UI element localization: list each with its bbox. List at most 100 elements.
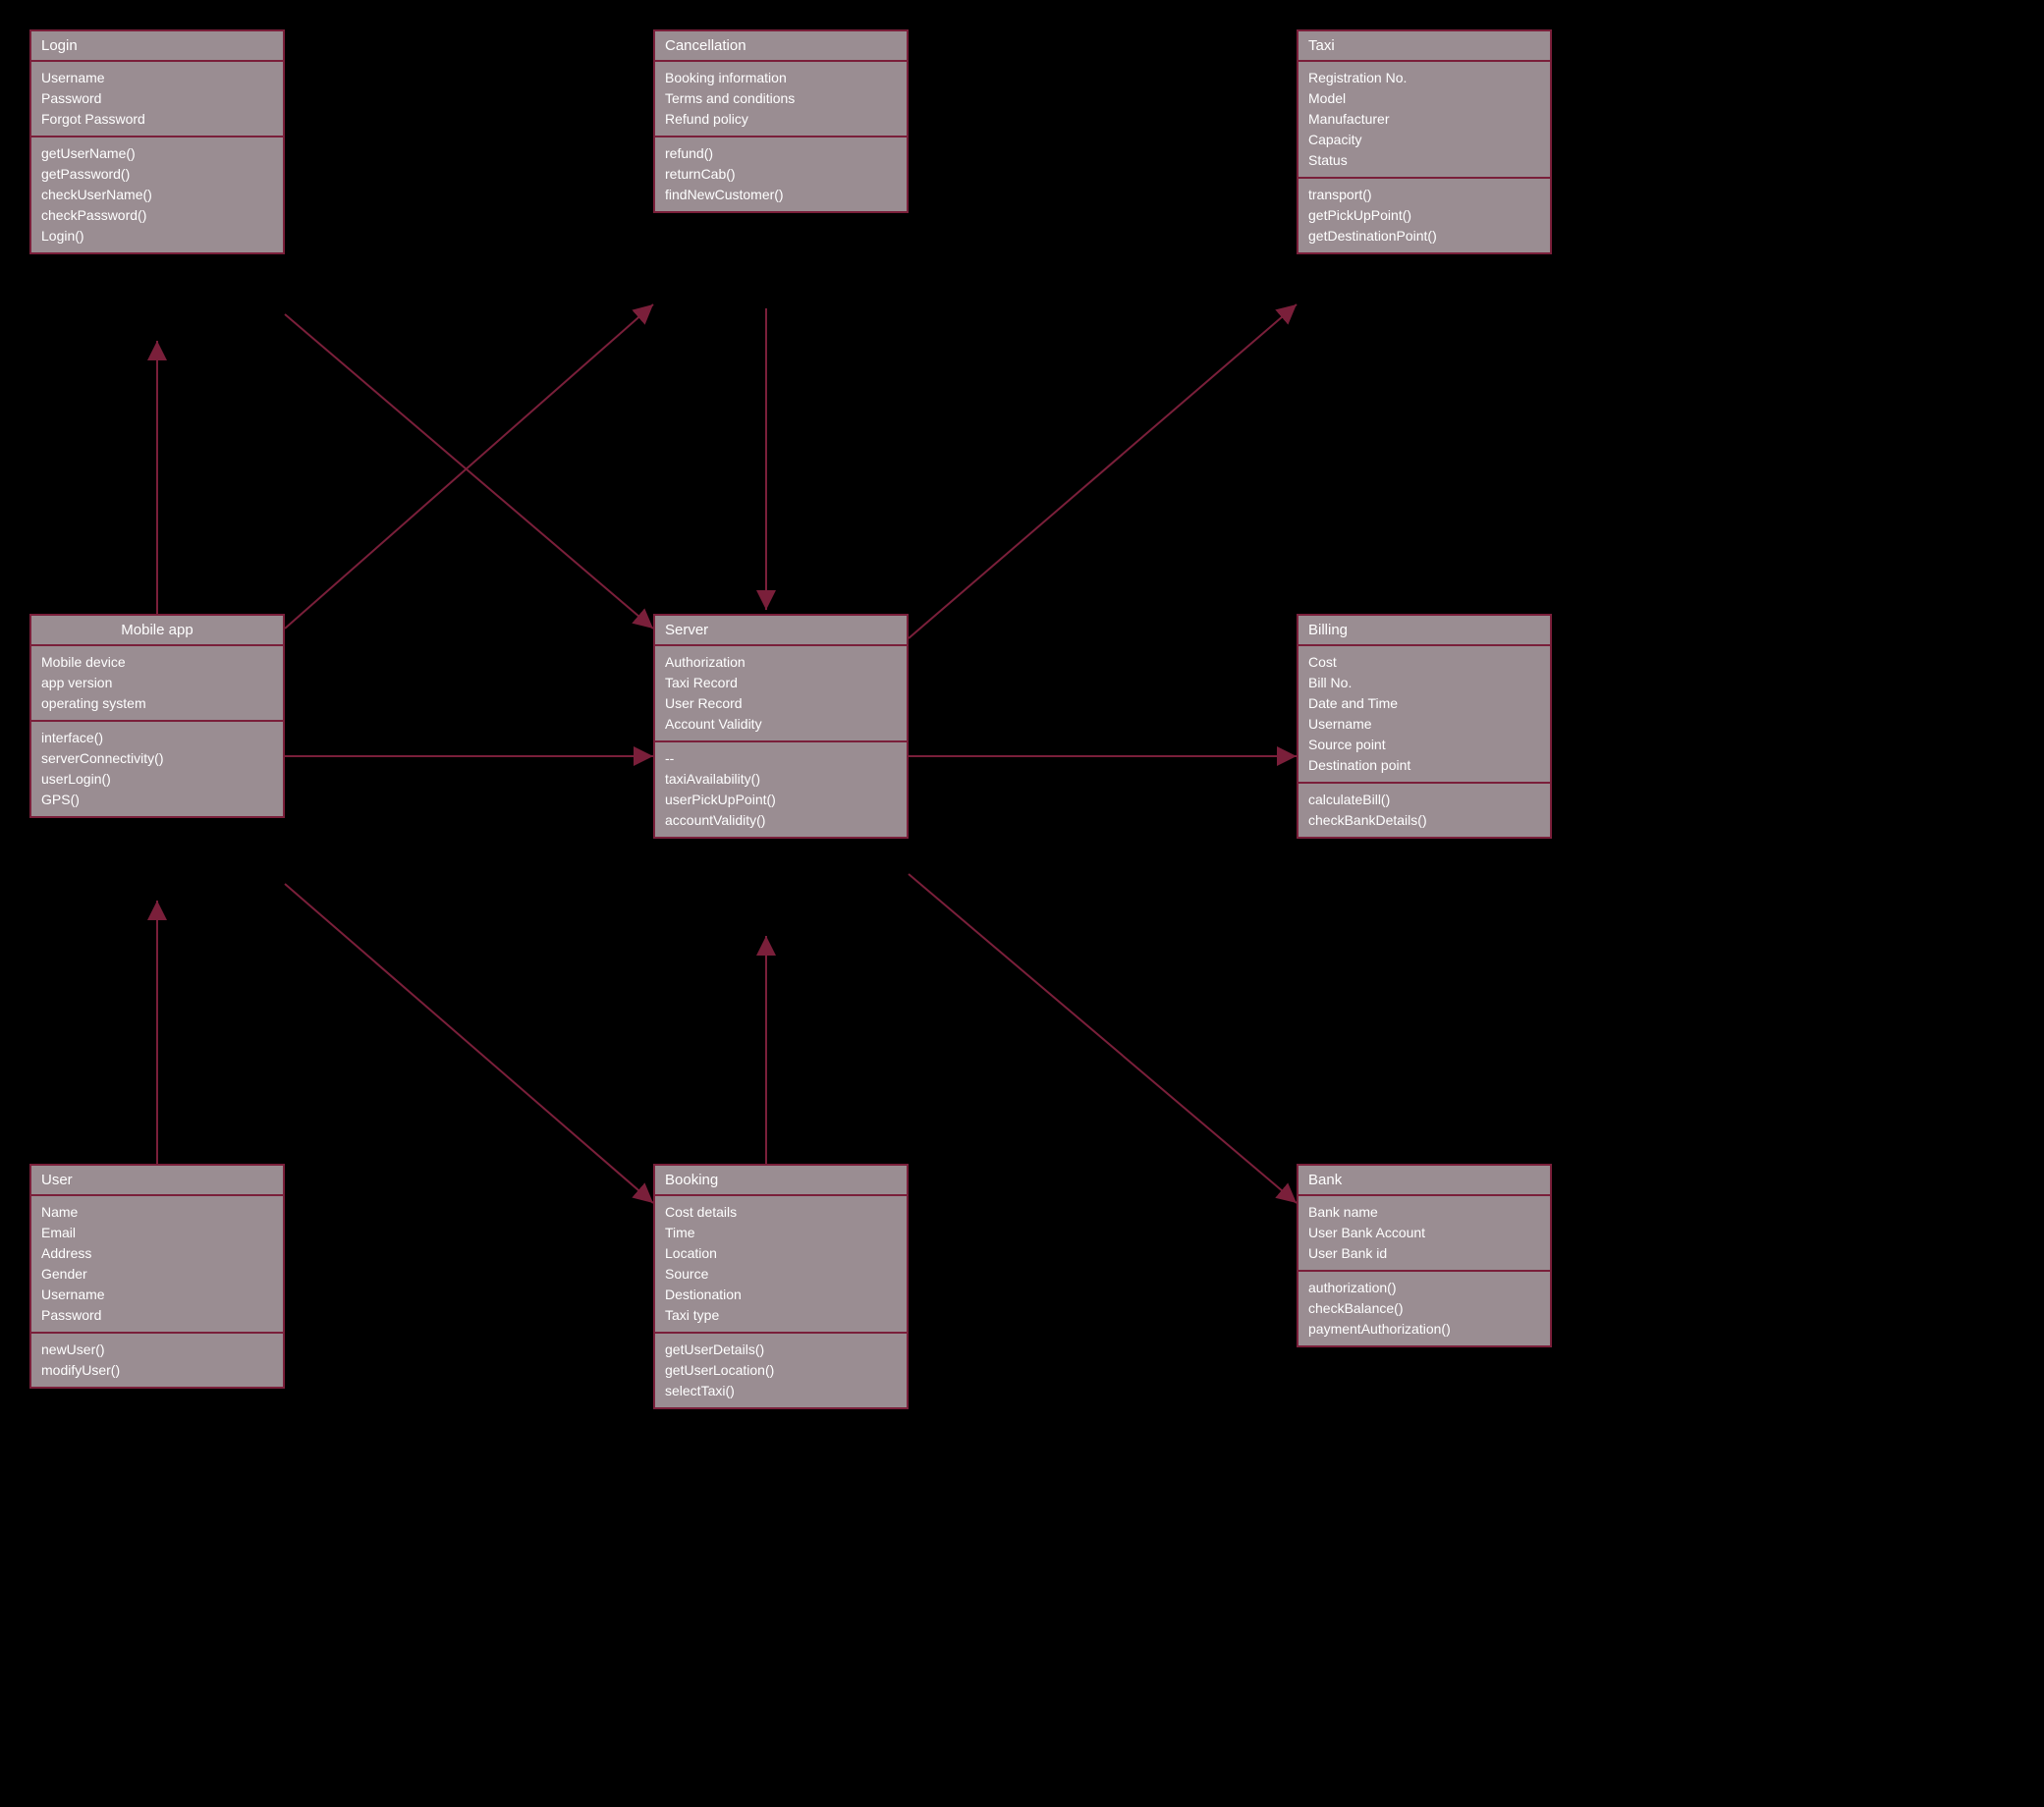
attr: Name [41, 1202, 273, 1223]
class-mobileapp: Mobile app Mobile device app version ope… [29, 614, 285, 818]
attr: Destionation [665, 1285, 897, 1305]
class-title: Mobile app [31, 616, 283, 646]
class-methods: refund() returnCab() findNewCustomer() [655, 137, 907, 211]
attr: Password [41, 1305, 273, 1326]
attr: Cost [1308, 652, 1540, 673]
attr: Location [665, 1243, 897, 1264]
attr: Destination point [1308, 755, 1540, 776]
attr: User Record [665, 693, 897, 714]
method: getUserName() [41, 143, 273, 164]
method: -- [665, 748, 897, 769]
attr: operating system [41, 693, 273, 714]
attr: Authorization [665, 652, 897, 673]
class-taxi: Taxi Registration No. Model Manufacturer… [1297, 29, 1552, 254]
attr: Source [665, 1264, 897, 1285]
method: returnCab() [665, 164, 897, 185]
attr: app version [41, 673, 273, 693]
method: getPickUpPoint() [1308, 205, 1540, 226]
attr: Email [41, 1223, 273, 1243]
class-title: Login [31, 31, 283, 62]
attr: Password [41, 88, 273, 109]
class-methods: -- taxiAvailability() userPickUpPoint() … [655, 742, 907, 837]
attr: Forgot Password [41, 109, 273, 130]
class-title: Booking [655, 1166, 907, 1196]
class-attributes: Cost Bill No. Date and Time Username Sou… [1298, 646, 1550, 784]
method: accountValidity() [665, 810, 897, 831]
class-attributes: Bank name User Bank Account User Bank id [1298, 1196, 1550, 1272]
attr: Address [41, 1243, 273, 1264]
method: GPS() [41, 790, 273, 810]
attr: Terms and conditions [665, 88, 897, 109]
attr: Model [1308, 88, 1540, 109]
class-title: Cancellation [655, 31, 907, 62]
method: checkBankDetails() [1308, 810, 1540, 831]
class-title: Taxi [1298, 31, 1550, 62]
class-title: Billing [1298, 616, 1550, 646]
class-methods: getUserDetails() getUserLocation() selec… [655, 1334, 907, 1407]
method: interface() [41, 728, 273, 748]
class-attributes: Authorization Taxi Record User Record Ac… [655, 646, 907, 742]
attr: Cost details [665, 1202, 897, 1223]
method: Login() [41, 226, 273, 246]
class-attributes: Cost details Time Location Source Destio… [655, 1196, 907, 1334]
class-title: User [31, 1166, 283, 1196]
attr: Registration No. [1308, 68, 1540, 88]
attr: Gender [41, 1264, 273, 1285]
method: refund() [665, 143, 897, 164]
class-attributes: Name Email Address Gender Username Passw… [31, 1196, 283, 1334]
attr: User Bank id [1308, 1243, 1540, 1264]
method: findNewCustomer() [665, 185, 897, 205]
class-methods: interface() serverConnectivity() userLog… [31, 722, 283, 816]
method: paymentAuthorization() [1308, 1319, 1540, 1340]
class-bank: Bank Bank name User Bank Account User Ba… [1297, 1164, 1552, 1347]
attr: Account Validity [665, 714, 897, 735]
class-methods: newUser() modifyUser() [31, 1334, 283, 1387]
attr: Username [41, 1285, 273, 1305]
method: userLogin() [41, 769, 273, 790]
attr: Bill No. [1308, 673, 1540, 693]
attr: Taxi type [665, 1305, 897, 1326]
class-methods: transport() getPickUpPoint() getDestinat… [1298, 179, 1550, 252]
method: calculateBill() [1308, 790, 1540, 810]
connectors-layer [0, 0, 2044, 1807]
attr: User Bank Account [1308, 1223, 1540, 1243]
method: modifyUser() [41, 1360, 273, 1381]
class-attributes: Username Password Forgot Password [31, 62, 283, 137]
class-billing: Billing Cost Bill No. Date and Time User… [1297, 614, 1552, 839]
attr: Username [1308, 714, 1540, 735]
attr: Booking information [665, 68, 897, 88]
class-methods: getUserName() getPassword() checkUserNam… [31, 137, 283, 252]
class-methods: authorization() checkBalance() paymentAu… [1298, 1272, 1550, 1345]
attr: Refund policy [665, 109, 897, 130]
attr: Bank name [1308, 1202, 1540, 1223]
class-user: User Name Email Address Gender Username … [29, 1164, 285, 1389]
method: getPassword() [41, 164, 273, 185]
class-methods: calculateBill() checkBankDetails() [1298, 784, 1550, 837]
attr: Taxi Record [665, 673, 897, 693]
method: checkUserName() [41, 185, 273, 205]
class-server: Server Authorization Taxi Record User Re… [653, 614, 909, 839]
method: serverConnectivity() [41, 748, 273, 769]
method: getUserLocation() [665, 1360, 897, 1381]
attr: Date and Time [1308, 693, 1540, 714]
method: newUser() [41, 1340, 273, 1360]
method: authorization() [1308, 1278, 1540, 1298]
method: selectTaxi() [665, 1381, 897, 1401]
method: taxiAvailability() [665, 769, 897, 790]
attr: Capacity [1308, 130, 1540, 150]
method: getDestinationPoint() [1308, 226, 1540, 246]
method: checkPassword() [41, 205, 273, 226]
method: transport() [1308, 185, 1540, 205]
class-title: Bank [1298, 1166, 1550, 1196]
class-booking: Booking Cost details Time Location Sourc… [653, 1164, 909, 1409]
method: checkBalance() [1308, 1298, 1540, 1319]
method: getUserDetails() [665, 1340, 897, 1360]
class-attributes: Booking information Terms and conditions… [655, 62, 907, 137]
method: userPickUpPoint() [665, 790, 897, 810]
class-title: Server [655, 616, 907, 646]
class-attributes: Registration No. Model Manufacturer Capa… [1298, 62, 1550, 179]
class-attributes: Mobile device app version operating syst… [31, 646, 283, 722]
attr: Manufacturer [1308, 109, 1540, 130]
attr: Mobile device [41, 652, 273, 673]
attr: Source point [1308, 735, 1540, 755]
